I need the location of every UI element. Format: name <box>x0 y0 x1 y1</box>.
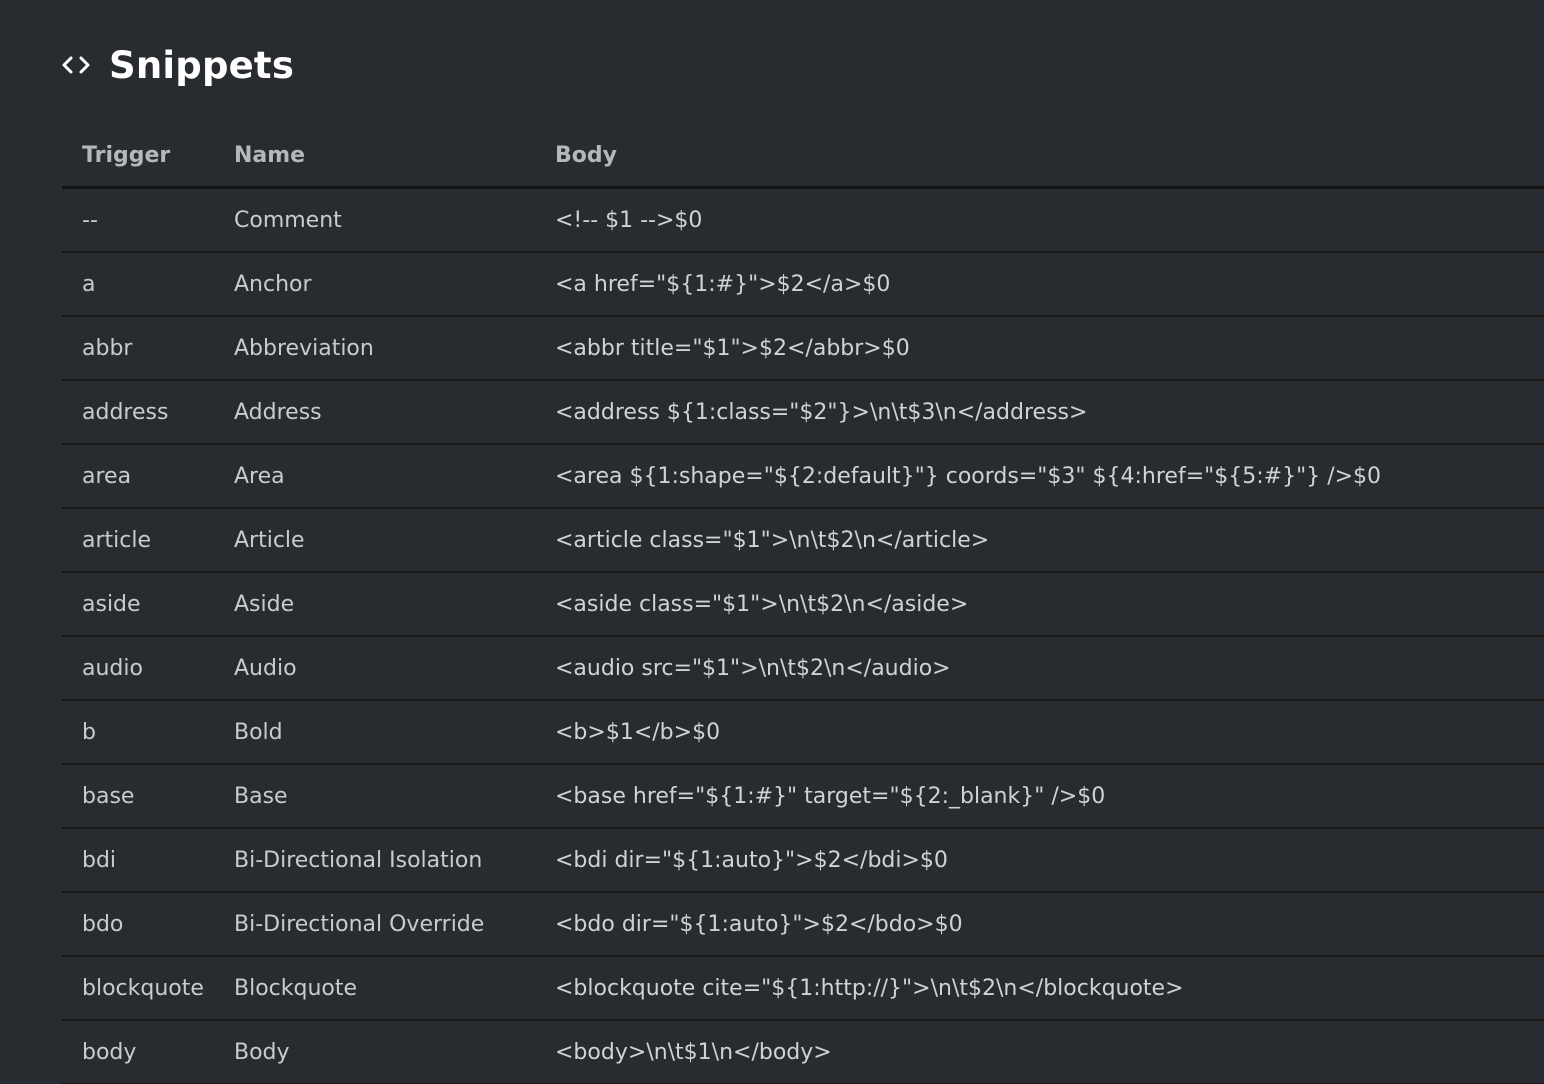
name-cell: Anchor <box>214 252 535 317</box>
table-row[interactable]: audio Audio <audio src="$1">\n\t$2\n</au… <box>62 636 1544 701</box>
body-cell: <base href="${1:#}" target="${2:_blank}"… <box>535 764 1544 829</box>
table-row[interactable]: bdi Bi-Directional Isolation <bdi dir="$… <box>62 828 1544 893</box>
body-cell: <bdi dir="${1:auto}">$2</bdi>$0 <box>535 828 1544 893</box>
table-row[interactable]: aside Aside <aside class="$1">\n\t$2\n</… <box>62 572 1544 637</box>
trigger-cell: bdi <box>62 828 214 893</box>
table-row[interactable]: area Area <area ${1:shape="${2:default}"… <box>62 444 1544 509</box>
trigger-cell: aside <box>62 572 214 637</box>
column-header-name: Name <box>214 124 535 189</box>
trigger-cell: body <box>62 1020 214 1084</box>
trigger-cell: abbr <box>62 316 214 381</box>
table-row[interactable]: bdo Bi-Directional Override <bdo dir="${… <box>62 892 1544 957</box>
page-title: Snippets <box>109 43 295 87</box>
trigger-cell: a <box>62 252 214 317</box>
trigger-cell: -- <box>62 187 214 253</box>
name-cell: Body <box>214 1020 535 1084</box>
column-header-body: Body <box>535 124 1544 189</box>
table-row[interactable]: body Body <body>\n\t$1\n</body> <box>62 1020 1544 1084</box>
code-brackets-icon <box>61 53 93 77</box>
snippets-table: Trigger Name Body -- Comment <!-- $1 -->… <box>62 124 1544 1084</box>
page-header: Snippets <box>61 40 294 90</box>
name-cell: Article <box>214 508 535 573</box>
body-cell: <bdo dir="${1:auto}">$2</bdo>$0 <box>535 892 1544 957</box>
table-row[interactable]: abbr Abbreviation <abbr title="$1">$2</a… <box>62 316 1544 381</box>
trigger-cell: area <box>62 444 214 509</box>
body-cell: <body>\n\t$1\n</body> <box>535 1020 1544 1084</box>
table-row[interactable]: a Anchor <a href="${1:#}">$2</a>$0 <box>62 252 1544 317</box>
name-cell: Base <box>214 764 535 829</box>
body-cell: <address ${1:class="$2"}>\n\t$3\n</addre… <box>535 380 1544 445</box>
name-cell: Audio <box>214 636 535 701</box>
body-cell: <b>$1</b>$0 <box>535 700 1544 765</box>
body-cell: <blockquote cite="${1:http://}">\n\t$2\n… <box>535 956 1544 1021</box>
trigger-cell: article <box>62 508 214 573</box>
trigger-cell: blockquote <box>62 956 214 1021</box>
name-cell: Bi-Directional Override <box>214 892 535 957</box>
snippets-table-body: -- Comment <!-- $1 -->$0 a Anchor <a hre… <box>62 187 1544 1084</box>
table-row[interactable]: blockquote Blockquote <blockquote cite="… <box>62 956 1544 1021</box>
name-cell: Blockquote <box>214 956 535 1021</box>
body-cell: <abbr title="$1">$2</abbr>$0 <box>535 316 1544 381</box>
body-cell: <area ${1:shape="${2:default}"} coords="… <box>535 444 1544 509</box>
name-cell: Aside <box>214 572 535 637</box>
body-cell: <aside class="$1">\n\t$2\n</aside> <box>535 572 1544 637</box>
trigger-cell: bdo <box>62 892 214 957</box>
trigger-cell: audio <box>62 636 214 701</box>
name-cell: Abbreviation <box>214 316 535 381</box>
name-cell: Bold <box>214 700 535 765</box>
body-cell: <!-- $1 -->$0 <box>535 187 1544 253</box>
trigger-cell: b <box>62 700 214 765</box>
table-row[interactable]: b Bold <b>$1</b>$0 <box>62 700 1544 765</box>
name-cell: Comment <box>214 187 535 253</box>
table-row[interactable]: base Base <base href="${1:#}" target="${… <box>62 764 1544 829</box>
name-cell: Bi-Directional Isolation <box>214 828 535 893</box>
body-cell: <article class="$1">\n\t$2\n</article> <box>535 508 1544 573</box>
table-row[interactable]: -- Comment <!-- $1 -->$0 <box>62 187 1544 253</box>
table-header-row: Trigger Name Body <box>62 124 1544 189</box>
name-cell: Address <box>214 380 535 445</box>
body-cell: <a href="${1:#}">$2</a>$0 <box>535 252 1544 317</box>
table-row[interactable]: article Article <article class="$1">\n\t… <box>62 508 1544 573</box>
body-cell: <audio src="$1">\n\t$2\n</audio> <box>535 636 1544 701</box>
name-cell: Area <box>214 444 535 509</box>
trigger-cell: address <box>62 380 214 445</box>
table-row[interactable]: address Address <address ${1:class="$2"}… <box>62 380 1544 445</box>
column-header-trigger: Trigger <box>62 124 214 189</box>
trigger-cell: base <box>62 764 214 829</box>
